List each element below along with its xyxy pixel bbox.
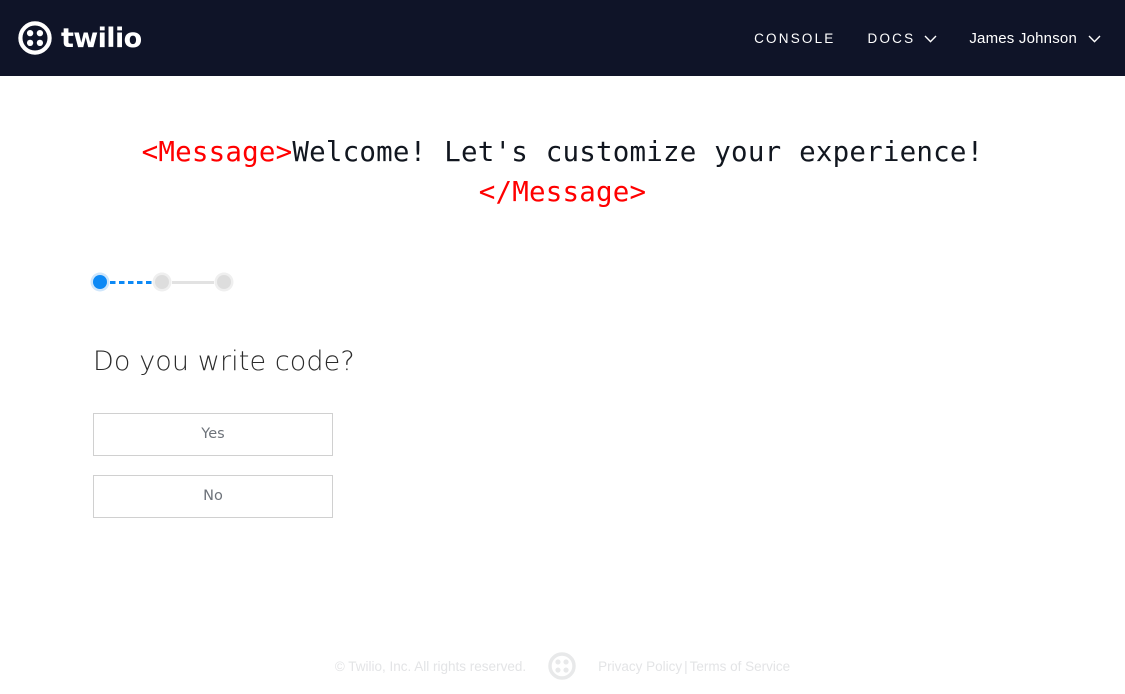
nav-item-console[interactable]: CONSOLE	[738, 23, 851, 54]
step-connector-1	[110, 280, 152, 284]
step-dot-2[interactable]	[155, 275, 169, 289]
user-name-label: James Johnson	[969, 29, 1077, 47]
top-navigation-bar: twilio CONSOLE DOCS James Johnson	[0, 0, 1125, 76]
nav-item-docs-label: DOCS	[867, 30, 916, 46]
onboarding-form: Do you write code? Yes No	[0, 212, 1125, 518]
copyright-text: © Twilio, Inc. All rights reserved.	[334, 658, 527, 674]
step-dot-1[interactable]	[93, 275, 107, 289]
page-footer: © Twilio, Inc. All rights reserved. Priv…	[0, 652, 1125, 680]
answer-button-no[interactable]: No	[93, 475, 333, 518]
nav-item-user-menu[interactable]: James Johnson	[953, 22, 1105, 55]
nav-item-docs[interactable]: DOCS	[852, 23, 954, 54]
privacy-policy-link[interactable]: Privacy Policy	[598, 659, 682, 674]
twilio-logo-mark-icon	[18, 21, 52, 55]
chevron-down-icon	[924, 31, 937, 46]
header-nav: CONSOLE DOCS James Johnson	[738, 22, 1107, 55]
message-close-tag: </Message>	[478, 176, 647, 208]
twilio-wordmark: twilio	[61, 22, 142, 54]
answer-options: Yes No	[93, 413, 333, 518]
terms-of-service-link[interactable]: Terms of Service	[690, 659, 791, 674]
page-title: <Message>Welcome! Let's customize your e…	[0, 132, 1125, 212]
question-label: Do you write code?	[93, 346, 355, 377]
page-title-text: Welcome! Let's customize your experience…	[292, 136, 984, 168]
footer-links: Privacy Policy | Terms of Service	[598, 659, 790, 674]
twilio-logo[interactable]: twilio	[18, 21, 142, 55]
nav-item-console-label: CONSOLE	[754, 30, 836, 46]
footer-link-separator: |	[684, 658, 688, 674]
twilio-logo-mark-icon	[548, 652, 576, 680]
step-connector-2	[172, 280, 214, 284]
page-title-line: <Message>Welcome! Let's customize your e…	[120, 132, 1005, 212]
step-progress-indicator	[93, 274, 231, 290]
message-open-tag: <Message>	[141, 136, 293, 168]
step-dot-3[interactable]	[217, 275, 231, 289]
answer-button-yes[interactable]: Yes	[93, 413, 333, 456]
chevron-down-icon	[1088, 30, 1101, 47]
